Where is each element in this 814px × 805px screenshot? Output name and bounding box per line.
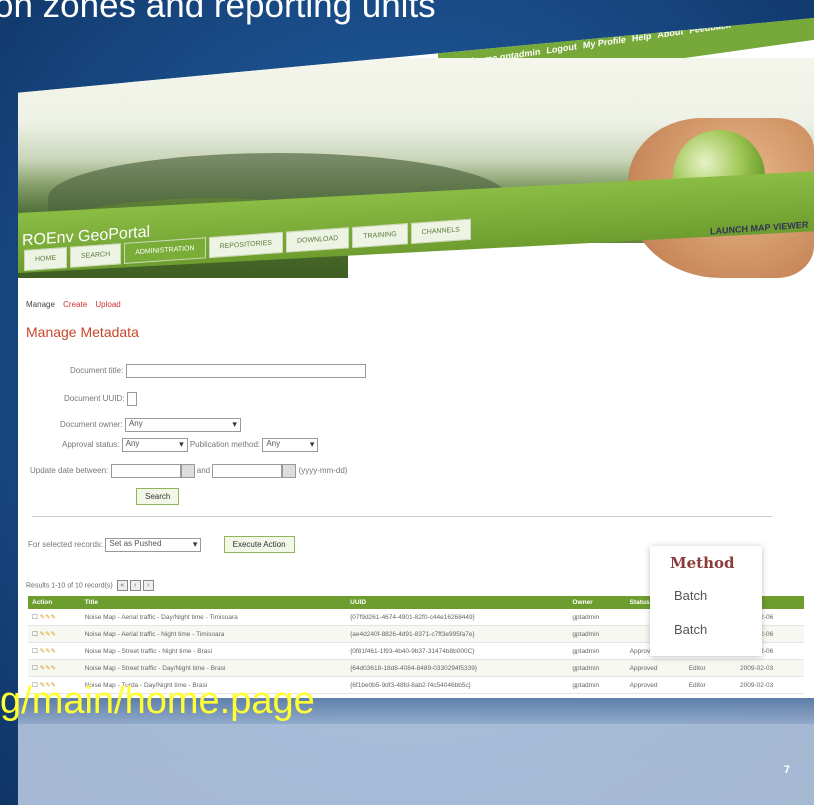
tab-channels[interactable]: CHANNELS (410, 218, 471, 244)
divider (32, 516, 772, 517)
execute-action-button[interactable]: Execute Action (223, 536, 295, 553)
table-cell[interactable]: Noise Map - Street traffic - Day/Night t… (80, 659, 347, 677)
popup-item[interactable]: Batch (674, 622, 707, 637)
table-cell[interactable]: Noise Map - Street traffic - Night time … (80, 642, 347, 660)
calendar-icon[interactable] (282, 464, 297, 478)
date-format-hint: (yyyy-mm-dd) (298, 466, 348, 476)
table-row[interactable]: ☐ ✎✎✎ Noise Map - Street traffic - Day/Ni… (28, 659, 804, 677)
row-actions[interactable]: ☐ ✎✎✎ (28, 642, 81, 660)
update-date-to-input[interactable] (212, 464, 283, 478)
row-checkbox[interactable]: ☐ (32, 631, 38, 638)
table-cell: 2009-02-03 (735, 659, 804, 677)
table-cell: {07f9d261-4674-4901-82f0-c44e16268449} (346, 609, 569, 626)
table-cell: Editor (684, 676, 736, 694)
column-header[interactable]: Action (28, 596, 81, 609)
table-cell: {ae4d240f-8826-4d91-8371-c7ff3e995fa7e} (346, 625, 569, 643)
next-page-icon[interactable]: › (142, 580, 154, 591)
table-cell: Approved (625, 676, 685, 694)
column-header[interactable]: Owner (568, 596, 626, 609)
popup-item[interactable]: Batch (674, 588, 707, 603)
table-cell: gptadmin (568, 659, 626, 677)
row-checkbox[interactable]: ☐ (32, 665, 38, 672)
tab-home[interactable]: HOME (24, 246, 67, 271)
row-actions[interactable]: ☐ ✎✎✎ (28, 609, 81, 626)
table-cell: gptadmin (568, 642, 626, 660)
document-uuid-label: Document UUID: (64, 394, 125, 404)
search-button[interactable]: Search (136, 488, 180, 505)
prev-page-icon[interactable]: ‹ (129, 580, 141, 591)
approval-row: Approval status: Any Publication method:… (62, 438, 319, 452)
action-icons[interactable]: ✎✎✎ (40, 665, 56, 672)
title-row: Document title: (70, 364, 366, 378)
action-row: For selected records: Set as Pushed Exec… (28, 536, 295, 553)
first-page-icon[interactable]: « (116, 580, 128, 591)
search-row: Search (136, 488, 180, 505)
subnav-create[interactable]: Create (63, 300, 87, 309)
row-actions[interactable]: ☐ ✎✎✎ (28, 625, 81, 643)
uuid-row: Document UUID: (64, 392, 137, 406)
results-count: Results 1-10 of 10 record(s) (26, 582, 113, 590)
subnav: Manage Create Upload (26, 300, 127, 309)
table-cell: {64d03618-18d8-4084-8489-0330294f5339} (346, 659, 569, 677)
popup-title: Method (670, 554, 735, 572)
document-uuid-input[interactable] (126, 392, 137, 406)
table-cell: gptadmin (568, 676, 626, 694)
subnav-upload[interactable]: Upload (95, 300, 120, 309)
row-actions[interactable]: ☐ ✎✎✎ (28, 659, 81, 677)
update-date-label: Update date between: (30, 466, 109, 476)
publication-method-label: Publication method: (189, 440, 261, 450)
action-icons[interactable]: ✎✎✎ (40, 614, 56, 621)
table-cell: Approved (625, 659, 685, 677)
column-header[interactable]: Title (80, 596, 347, 609)
table-cell[interactable]: Noise Map - Aerial traffic - Night time … (80, 625, 347, 643)
publication-method-select[interactable]: Any (262, 438, 319, 452)
row-checkbox[interactable]: ☐ (32, 614, 38, 621)
column-header[interactable]: UUID (346, 596, 569, 609)
date-row: Update date between: and (yyyy-mm-dd) (30, 464, 347, 478)
page-title: Manage Metadata (26, 324, 139, 340)
table-cell: gptadmin (568, 609, 626, 626)
row-checkbox[interactable]: ☐ (32, 648, 38, 655)
tab-search[interactable]: SEARCH (70, 243, 122, 268)
update-date-from-input[interactable] (110, 464, 181, 478)
selected-records-label: For selected records: (28, 540, 104, 549)
pagination: Results 1-10 of 10 record(s) «‹ › (26, 580, 154, 591)
approval-status-select[interactable]: Any (121, 438, 188, 452)
slide-title: on zones and reporting units (0, 0, 436, 25)
owner-row: Document owner: Any (60, 418, 241, 432)
document-owner-label: Document owner: (60, 420, 123, 430)
action-select[interactable]: Set as Pushed (105, 537, 202, 552)
approval-status-label: Approval status: (62, 440, 120, 450)
calendar-icon[interactable] (180, 464, 195, 478)
and-label: and (196, 466, 211, 476)
table-cell: 2009-02-03 (735, 676, 804, 694)
table-cell[interactable]: Noise Map - Aerial traffic - Day/Night t… (80, 609, 347, 626)
tab-download[interactable]: DOWNLOAD (285, 227, 350, 253)
top-nav-link[interactable]: Logout (546, 41, 577, 55)
document-owner-select[interactable]: Any (124, 418, 241, 432)
screenshot-card: Welcome gptadminLogoutMy ProfileHelpAbou… (18, 18, 814, 698)
table-cell: gptadmin (568, 625, 626, 643)
slide-url: g/main/home.page (0, 680, 315, 722)
document-title-input[interactable] (125, 364, 366, 378)
action-icons[interactable]: ✎✎✎ (40, 648, 56, 655)
document-title-label: Document title: (70, 366, 124, 376)
subnav-manage[interactable]: Manage (26, 300, 55, 309)
method-popup: Method Batch Batch (650, 546, 762, 656)
table-cell: {6f1be0b5-9df3-48fd-8ab2-f4c54046bb5c} (346, 676, 569, 694)
table-cell: Editor (684, 659, 736, 677)
action-icons[interactable]: ✎✎✎ (40, 631, 56, 638)
table-cell: {0f81f461-1f93-4b40-9b37-31474b8b000C} (346, 642, 569, 660)
tab-training[interactable]: TRAINING (352, 223, 408, 249)
slide-page-number: 7 (783, 764, 790, 776)
